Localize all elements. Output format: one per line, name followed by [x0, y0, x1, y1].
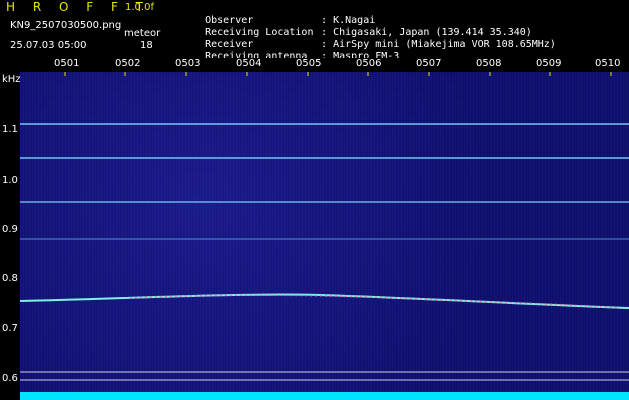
timestamp: 25.07.03 05:00 — [10, 40, 87, 51]
spectrogram-svg — [20, 72, 629, 400]
y-tick-label: 0.7 — [2, 323, 18, 334]
y-tick-label: 0.8 — [2, 273, 18, 284]
x-tick-label: 0509 — [536, 58, 562, 69]
signal-trace-highlight — [129, 294, 621, 309]
y-tick-label: 1.0 — [2, 175, 18, 186]
x-tick-label: 0506 — [356, 58, 382, 69]
spectrogram — [20, 72, 629, 400]
meteor-count: 18 — [140, 40, 153, 51]
meteor-label: meteor — [124, 28, 161, 39]
marker-ticks — [64, 72, 612, 76]
y-tick-label: 0.9 — [2, 224, 18, 235]
header: H R O F F T 1.0.0f KN9_2507030500.png me… — [0, 0, 629, 62]
file-name: KN9_2507030500.png — [10, 20, 122, 31]
spectrogram-panel: kHz 1.1 1.0 0.9 0.8 0.7 0.6 0501 0502 05… — [0, 58, 629, 400]
x-tick-label: 0504 — [236, 58, 262, 69]
x-tick-label: 0501 — [54, 58, 80, 69]
x-tick-label: 0507 — [416, 58, 442, 69]
app-version: 1.0.0f — [125, 2, 154, 13]
x-tick-label: 0510 — [595, 58, 621, 69]
signal-trace — [20, 293, 629, 309]
y-tick-label: 1.1 — [2, 124, 18, 135]
unit-label: kHz — [2, 74, 21, 85]
x-tick-label: 0505 — [296, 58, 322, 69]
x-tick-label: 0502 — [115, 58, 141, 69]
x-tick-label: 0508 — [476, 58, 502, 69]
y-tick-label: 0.6 — [2, 373, 18, 384]
x-tick-label: 0503 — [175, 58, 201, 69]
baseline-band — [20, 392, 629, 400]
